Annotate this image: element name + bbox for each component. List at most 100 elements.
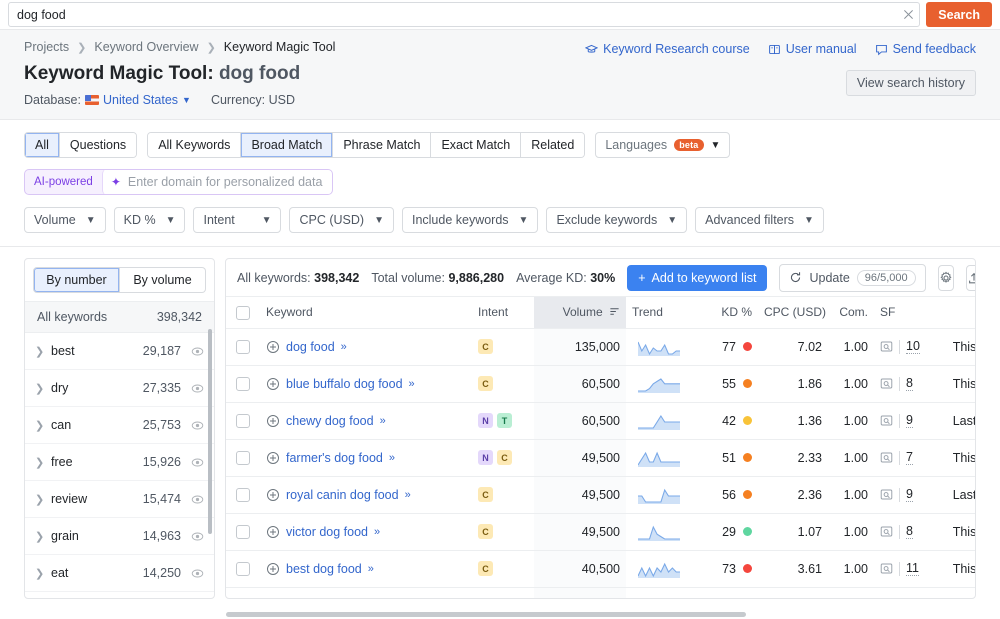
tab-broad-match[interactable]: Broad Match [241,133,334,157]
column-cpc[interactable]: CPC (USD) [758,296,828,329]
filter-volume[interactable]: Volume ▼ [24,207,106,233]
sf-count[interactable]: 11 [906,561,919,577]
visibility-icon[interactable] [191,493,204,506]
add-keyword-icon[interactable] [266,414,280,428]
breadcrumb-item-keyword-overview[interactable]: Keyword Overview [94,40,198,54]
sidebar-group-item[interactable]: ❯ dry 27,335 [25,370,214,407]
filter-cpc[interactable]: CPC (USD) ▼ [289,207,394,233]
intent-badge[interactable]: T [497,413,512,429]
sf-count[interactable]: 9 [906,413,913,429]
column-sf[interactable]: SF [874,296,946,329]
toggle-by-volume[interactable]: By volume [120,267,206,293]
tab-exact-match[interactable]: Exact Match [431,133,522,157]
table-row[interactable]: victor dog food » C 49,500 29 1.071.00 8 This w… [226,513,975,551]
column-updated[interactable]: Updated [946,296,975,329]
database-value[interactable]: United States [103,93,178,107]
column-intent[interactable]: Intent [472,296,534,329]
table-row[interactable]: farmer's dog food» N C 49,500 51 2.33 1.00 7 Thi… [226,439,975,477]
add-keyword-icon[interactable] [266,451,280,465]
intent-badge[interactable]: C [478,376,493,392]
column-com[interactable]: Com. [828,296,874,329]
chevron-right-icon[interactable]: ❯ [35,456,51,469]
keyword-link[interactable]: victor dog food [286,525,368,539]
sf-count[interactable]: 9 [906,487,913,503]
table-row[interactable]: royal canin dog food » C 49,500 56 2.36 1.00 9 L… [226,476,975,514]
keyword-expand-icon[interactable]: » [368,563,374,575]
sidebar-group-item[interactable]: ❯ review 15,474 [25,481,214,518]
filter-exclude-keywords[interactable]: Exclude keywords ▼ [546,207,688,233]
keyword-expand-icon[interactable]: » [341,341,347,353]
chevron-right-icon[interactable]: ❯ [35,419,51,432]
row-checkbox[interactable] [236,451,250,466]
add-to-keyword-list-button[interactable]: + Add to keyword list [627,264,768,291]
languages-dropdown[interactable]: Languages beta ▼ [595,132,731,158]
row-checkbox[interactable] [236,562,250,577]
row-checkbox[interactable] [236,488,250,503]
close-icon[interactable] [897,4,919,26]
chevron-right-icon[interactable]: ❯ [35,567,51,580]
filter-include-keywords[interactable]: Include keywords ▼ [401,207,539,233]
row-checkbox[interactable] [236,525,250,540]
tab-phrase-match[interactable]: Phrase Match [333,133,432,157]
domain-input[interactable]: ✦ Enter domain for personalized data [101,170,333,194]
search-button[interactable]: Search [926,2,992,27]
sidebar-group-item[interactable]: ❯ eat 14,250 [25,555,214,592]
visibility-icon[interactable] [191,382,204,395]
keyword-link[interactable]: dog food [286,340,335,354]
gear-icon[interactable] [937,264,954,291]
intent-badge[interactable]: N [478,413,493,429]
breadcrumb-item-projects[interactable]: Projects [24,40,69,54]
table-row[interactable]: chewy dog food»NT60,500421.361.009Last w… [226,402,975,440]
intent-badge[interactable]: C [478,561,493,577]
column-kd[interactable]: KD % [692,296,758,329]
add-keyword-icon[interactable] [266,340,280,354]
keyword-link[interactable]: royal canin dog food [286,488,399,502]
intent-badge[interactable]: C [478,339,493,355]
keyword-research-course-link[interactable]: Keyword Research course [585,42,750,56]
sf-count[interactable]: 9 [906,598,913,599]
chevron-right-icon[interactable]: ❯ [35,493,51,506]
keyword-link[interactable]: farmer's dog food [286,451,383,465]
keyword-link[interactable]: blue buffalo dog food [286,377,403,391]
chevron-right-icon[interactable]: ❯ [35,345,51,358]
filter-kd[interactable]: KD % ▼ [113,207,186,233]
keyword-link[interactable]: chewy dog food [286,414,374,428]
add-keyword-icon[interactable] [266,525,280,539]
sidebar-all-keywords-row[interactable]: All keywords 398,342 [25,301,214,333]
add-keyword-icon[interactable] [266,377,280,391]
intent-badge[interactable]: C [497,450,512,466]
tab-all[interactable]: All [25,133,60,157]
sidebar-group-item[interactable]: ❯ free 15,926 [25,444,214,481]
row-checkbox[interactable] [236,414,250,429]
visibility-icon[interactable] [191,567,204,580]
sidebar-group-item[interactable]: ❯ can 25,753 [25,407,214,444]
toggle-by-number[interactable]: By number [33,267,120,293]
chevron-right-icon[interactable]: ❯ [35,530,51,543]
table-horizontal-scrollbar[interactable] [226,612,746,617]
filter-advanced[interactable]: Advanced filters ▼ [695,207,824,233]
intent-badge[interactable]: C [478,598,493,599]
send-feedback-link[interactable]: Send feedback [875,42,976,56]
keyword-expand-icon[interactable]: » [405,489,411,501]
column-trend[interactable]: Trend [626,296,692,329]
table-row[interactable]: blue buffalo dog food » C 60,500 55 1.86 1.00 8… [226,365,975,403]
keyword-expand-icon[interactable]: » [409,378,415,390]
select-all-checkbox[interactable] [236,305,250,320]
search-input[interactable] [9,3,898,26]
user-manual-link[interactable]: User manual [768,42,857,56]
add-keyword-icon[interactable] [266,562,280,576]
tab-all-keywords[interactable]: All Keywords [148,133,242,157]
column-volume[interactable]: Volume [534,296,626,329]
sf-count[interactable]: 8 [906,524,913,540]
sf-count[interactable]: 10 [906,339,920,355]
tab-questions[interactable]: Questions [59,133,137,157]
sf-count[interactable]: 7 [906,450,913,466]
sidebar-group-item[interactable]: ❯ grain 14,963 [25,518,214,555]
keyword-expand-icon[interactable]: » [374,526,380,538]
sidebar-group-item[interactable]: ❯raw12,171 [25,592,214,598]
tab-related[interactable]: Related [521,133,585,157]
visibility-icon[interactable] [191,345,204,358]
visibility-icon[interactable] [191,419,204,432]
visibility-icon[interactable] [191,530,204,543]
chevron-right-icon[interactable]: ❯ [35,382,51,395]
